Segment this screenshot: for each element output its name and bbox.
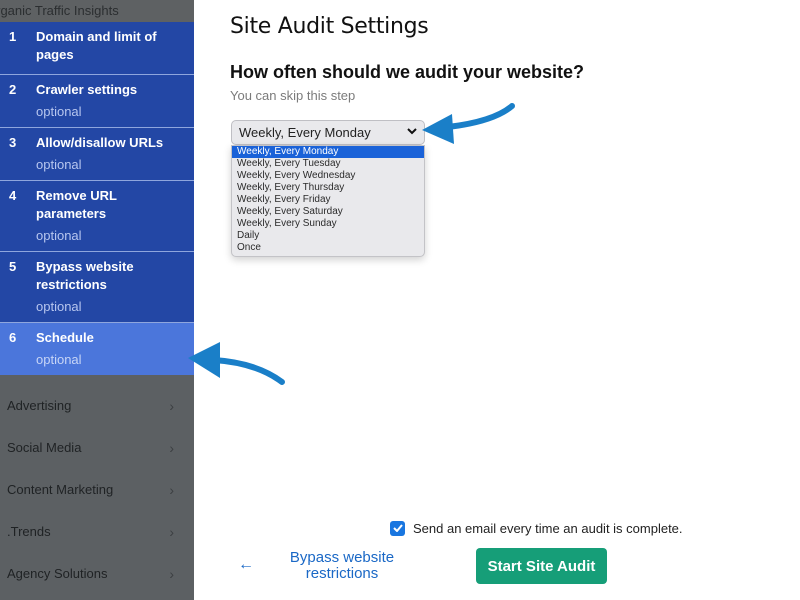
schedule-option[interactable]: Weekly, Every Sunday — [232, 218, 424, 230]
email-notification-checkbox[interactable] — [390, 520, 405, 536]
sidebar-item-advertising[interactable]: Advertising › — [0, 385, 194, 427]
sidebar-item-organic-traffic-insights[interactable]: Organic Traffic Insights — [0, 0, 194, 22]
step-title: Domain and limit of pages — [36, 29, 157, 62]
skip-hint: You can skip this step — [230, 88, 356, 103]
chevron-right-icon: › — [169, 398, 174, 414]
menu-label: .Trends — [7, 524, 51, 539]
sidebar-menu: Advertising › Social Media › Content Mar… — [0, 385, 194, 595]
step-number: 6 — [9, 330, 17, 345]
back-link-line2: restrictions — [305, 565, 379, 582]
step-remove-url-parameters[interactable]: 4 Remove URL parameters optional — [0, 181, 194, 252]
step-optional-label: optional — [36, 352, 82, 367]
step-title: Crawler settings — [36, 82, 138, 97]
step-crawler-settings[interactable]: 2 Crawler settings optional — [0, 75, 194, 128]
menu-label: Advertising — [7, 398, 72, 413]
step-bypass-website-restrictions[interactable]: 5 Bypass website restrictions optional — [0, 252, 194, 323]
step-number: 4 — [9, 188, 17, 203]
checkmark-icon — [392, 524, 403, 532]
page-title: Site Audit Settings — [230, 14, 429, 39]
back-link-line1: Bypass website — [289, 549, 395, 566]
schedule-option[interactable]: Weekly, Every Friday — [232, 194, 424, 206]
schedule-question: How often should we audit your website? — [230, 62, 585, 82]
schedule-option[interactable]: Weekly, Every Monday — [232, 146, 424, 158]
step-number: 5 — [9, 259, 17, 274]
start-site-audit-button[interactable]: Start Site Audit — [476, 548, 607, 584]
chevron-right-icon: › — [169, 440, 174, 456]
step-schedule[interactable]: 6 Schedule optional — [0, 323, 194, 375]
menu-label: Social Media — [7, 440, 82, 455]
step-title: Bypass website restrictions — [36, 259, 134, 292]
email-notification-label: Send an email every time an audit is com… — [413, 520, 683, 536]
back-arrow-icon[interactable]: ← — [238, 556, 254, 574]
step-domain-and-limit[interactable]: 1 Domain and limit of pages — [0, 22, 194, 75]
sidebar-item-content-marketing[interactable]: Content Marketing › — [0, 469, 194, 511]
sidebar-item-social-media[interactable]: Social Media › — [0, 427, 194, 469]
step-number: 3 — [9, 135, 17, 150]
step-optional-label: optional — [36, 299, 82, 314]
email-notification-row: Send an email every time an audit is com… — [390, 519, 683, 537]
schedule-option[interactable]: Weekly, Every Thursday — [232, 182, 424, 194]
step-optional-label: optional — [36, 104, 82, 119]
chevron-down-icon — [407, 121, 417, 144]
step-optional-label: optional — [36, 157, 82, 172]
schedule-option[interactable]: Weekly, Every Saturday — [232, 206, 424, 218]
schedule-option[interactable]: Once — [232, 242, 424, 254]
chevron-right-icon: › — [169, 566, 174, 582]
step-title: Schedule — [36, 330, 94, 345]
sidebar-item-agency-solutions[interactable]: Agency Solutions › — [0, 553, 194, 595]
step-number: 2 — [9, 82, 17, 97]
schedule-option[interactable]: Daily — [232, 230, 424, 242]
menu-label: Content Marketing — [7, 482, 114, 497]
chevron-right-icon: › — [169, 482, 174, 498]
schedule-select-value: Weekly, Every Monday — [239, 125, 371, 140]
wizard-steps: 1 Domain and limit of pages 2 Crawler se… — [0, 22, 194, 375]
schedule-option[interactable]: Weekly, Every Tuesday — [232, 158, 424, 170]
sidebar: Organic Traffic Insights 1 Domain and li… — [0, 0, 194, 600]
step-allow-disallow-urls[interactable]: 3 Allow/disallow URLs optional — [0, 128, 194, 181]
step-optional-label: optional — [36, 228, 82, 243]
step-number: 1 — [9, 29, 17, 44]
schedule-option[interactable]: Weekly, Every Wednesday — [232, 170, 424, 182]
step-title: Remove URL parameters — [36, 188, 117, 221]
chevron-right-icon: › — [169, 524, 174, 540]
back-link-bypass-restrictions[interactable]: Bypass website restrictions — [272, 550, 412, 582]
schedule-dropdown-list: Weekly, Every Monday Weekly, Every Tuesd… — [231, 145, 425, 257]
sidebar-item-trends[interactable]: .Trends › — [0, 511, 194, 553]
main-panel: Site Audit Settings How often should we … — [194, 0, 800, 600]
menu-label: Agency Solutions — [7, 566, 108, 581]
schedule-select[interactable]: Weekly, Every Monday — [231, 120, 425, 145]
step-title: Allow/disallow URLs — [36, 135, 164, 150]
